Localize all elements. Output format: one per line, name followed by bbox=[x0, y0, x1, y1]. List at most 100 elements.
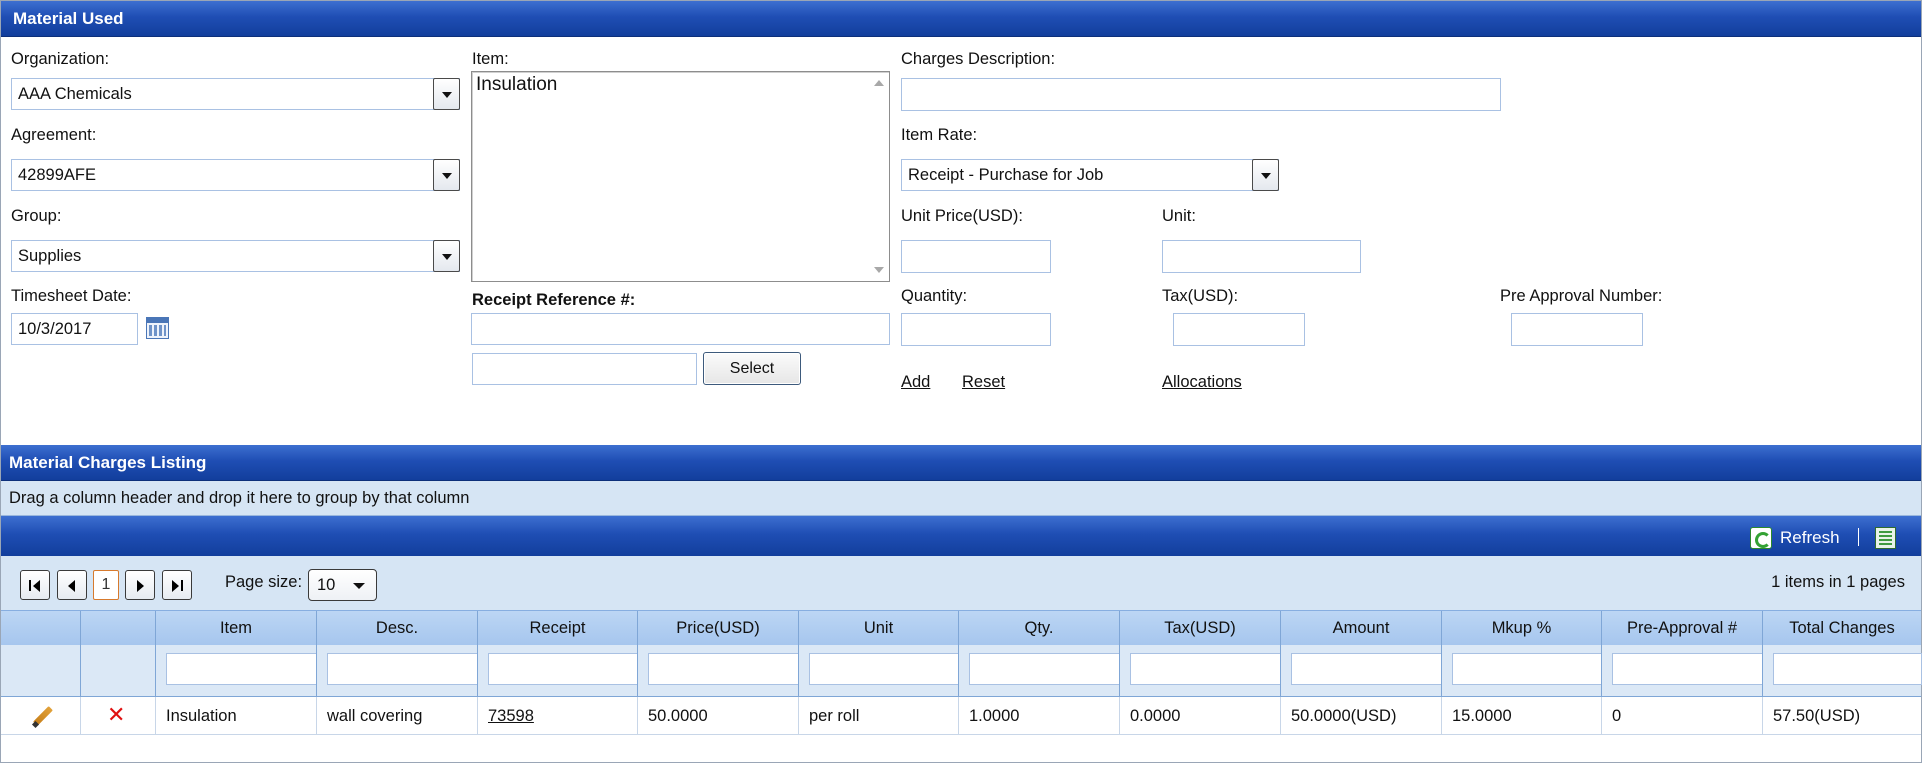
current-page-number[interactable]: 1 bbox=[93, 570, 119, 600]
grid-filter-row bbox=[1, 645, 1922, 697]
filter-input-receipt[interactable] bbox=[488, 653, 638, 685]
add-link[interactable]: Add bbox=[901, 373, 930, 392]
grid-toolbar: Refresh bbox=[1, 516, 1921, 556]
column-header-delete bbox=[80, 611, 155, 646]
delete-x-icon[interactable]: ✕ bbox=[107, 703, 125, 727]
previous-page-button[interactable] bbox=[57, 570, 87, 600]
column-header-qty[interactable]: Qty. bbox=[958, 611, 1119, 646]
receipt-search-input[interactable] bbox=[472, 353, 697, 385]
cell-desc: wall covering bbox=[316, 697, 477, 735]
cell-total-changes: 57.50(USD) bbox=[1762, 697, 1921, 735]
filter-cell-total-changes bbox=[1762, 645, 1922, 697]
scroll-up-icon[interactable] bbox=[874, 80, 884, 86]
column-header-unit[interactable]: Unit bbox=[798, 611, 958, 646]
receipt-reference-label: Receipt Reference #: bbox=[472, 291, 636, 309]
column-header-markup[interactable]: Mkup % bbox=[1441, 611, 1601, 646]
agreement-combo[interactable]: 42899AFE bbox=[11, 159, 460, 191]
agreement-label: Agreement: bbox=[11, 126, 97, 144]
cell-markup: 15.0000 bbox=[1441, 697, 1601, 735]
filter-input-unit[interactable] bbox=[809, 653, 959, 685]
cell-item: Insulation bbox=[155, 697, 316, 735]
page-size-value: 10 bbox=[317, 576, 336, 594]
filter-input-price[interactable] bbox=[648, 653, 799, 685]
unit-price-input[interactable] bbox=[901, 240, 1051, 273]
filter-input-qty[interactable] bbox=[969, 653, 1120, 685]
filter-cell-item bbox=[155, 645, 317, 697]
column-header-tax[interactable]: Tax(USD) bbox=[1119, 611, 1280, 646]
column-header-total-changes[interactable]: Total Changes bbox=[1762, 611, 1921, 646]
organization-label: Organization: bbox=[11, 50, 110, 68]
column-header-pre-approval[interactable]: Pre-Approval # bbox=[1601, 611, 1762, 646]
filter-cell-pre-approval bbox=[1601, 645, 1763, 697]
page-size-label: Page size: bbox=[225, 573, 303, 591]
pager-info: 1 items in 1 pages bbox=[1771, 573, 1905, 591]
page-size-select[interactable]: 10 bbox=[308, 569, 377, 601]
quantity-input[interactable] bbox=[901, 313, 1051, 346]
group-by-hint: Drag a column header and drop it here to… bbox=[9, 489, 470, 507]
reset-link[interactable]: Reset bbox=[962, 373, 1005, 392]
cell-price: 50.0000 bbox=[637, 697, 798, 735]
edit-pencil-icon[interactable] bbox=[31, 706, 53, 728]
group-by-drop-area[interactable]: Drag a column header and drop it here to… bbox=[1, 481, 1921, 516]
material-charges-listing-title: Material Charges Listing bbox=[9, 453, 207, 472]
item-listbox-scrollbar[interactable] bbox=[869, 72, 889, 281]
item-list-entry[interactable]: Insulation bbox=[476, 74, 557, 96]
row-edit-cell bbox=[1, 697, 80, 735]
filter-cell-markup bbox=[1441, 645, 1602, 697]
calendar-icon-top bbox=[147, 318, 168, 323]
pre-approval-label: Pre Approval Number: bbox=[1500, 287, 1663, 305]
calendar-icon[interactable] bbox=[146, 317, 169, 339]
allocations-link[interactable]: Allocations bbox=[1162, 373, 1242, 392]
group-value: Supplies bbox=[18, 247, 82, 265]
item-rate-label: Item Rate: bbox=[901, 126, 978, 144]
column-header-receipt[interactable]: Receipt bbox=[477, 611, 637, 646]
pre-approval-input[interactable] bbox=[1511, 313, 1643, 346]
filter-cell-receipt bbox=[477, 645, 638, 697]
tax-input[interactable] bbox=[1173, 313, 1305, 346]
first-page-button[interactable] bbox=[20, 570, 50, 600]
item-rate-dropdown-button[interactable] bbox=[1252, 159, 1279, 191]
next-page-button[interactable] bbox=[125, 570, 155, 600]
timesheet-date-input[interactable]: 10/3/2017 bbox=[11, 313, 138, 345]
unit-input[interactable] bbox=[1162, 240, 1361, 273]
filter-input-tax[interactable] bbox=[1130, 653, 1281, 685]
item-label: Item: bbox=[472, 50, 509, 68]
column-header-item[interactable]: Item bbox=[155, 611, 316, 646]
group-dropdown-button[interactable] bbox=[433, 240, 460, 272]
filter-input-markup[interactable] bbox=[1452, 653, 1602, 685]
charges-description-input[interactable] bbox=[901, 78, 1501, 111]
charges-description-label: Charges Description: bbox=[901, 50, 1056, 68]
column-header-amount[interactable]: Amount bbox=[1280, 611, 1441, 646]
agreement-dropdown-button[interactable] bbox=[433, 159, 460, 191]
organization-dropdown-button[interactable] bbox=[433, 78, 460, 110]
table-row: ✕ Insulation wall covering 73598 50.0000… bbox=[1, 697, 1921, 735]
group-combo[interactable]: Supplies bbox=[11, 240, 460, 272]
agreement-value: 42899AFE bbox=[18, 166, 96, 184]
calendar-icon-grid bbox=[149, 325, 166, 336]
filter-input-total-changes[interactable] bbox=[1773, 653, 1922, 685]
material-charges-listing-header: Material Charges Listing bbox=[1, 445, 1921, 481]
item-listbox[interactable]: Insulation bbox=[471, 71, 890, 282]
last-page-button[interactable] bbox=[162, 570, 192, 600]
next-page-icon bbox=[137, 580, 144, 592]
filter-input-desc[interactable] bbox=[327, 653, 478, 685]
cell-unit: per roll bbox=[798, 697, 958, 735]
receipt-reference-input[interactable] bbox=[471, 313, 890, 345]
item-rate-combo[interactable]: Receipt - Purchase for Job bbox=[901, 159, 1279, 191]
export-excel-icon[interactable] bbox=[1875, 527, 1896, 549]
cell-receipt: 73598 bbox=[477, 697, 637, 735]
filter-cell-delete bbox=[80, 645, 155, 697]
column-header-desc[interactable]: Desc. bbox=[316, 611, 477, 646]
filter-cell-price bbox=[637, 645, 799, 697]
column-header-price[interactable]: Price(USD) bbox=[637, 611, 798, 646]
select-button[interactable]: Select bbox=[703, 352, 801, 385]
receipt-link[interactable]: 73598 bbox=[488, 707, 534, 725]
filter-input-item[interactable] bbox=[166, 653, 317, 685]
filter-input-pre-approval[interactable] bbox=[1612, 653, 1763, 685]
scroll-down-icon[interactable] bbox=[874, 267, 884, 273]
filter-cell-tax bbox=[1119, 645, 1281, 697]
organization-combo[interactable]: AAA Chemicals bbox=[11, 78, 460, 110]
timesheet-date-label: Timesheet Date: bbox=[11, 287, 132, 305]
filter-cell-edit bbox=[1, 645, 80, 697]
filter-input-amount[interactable] bbox=[1291, 653, 1442, 685]
